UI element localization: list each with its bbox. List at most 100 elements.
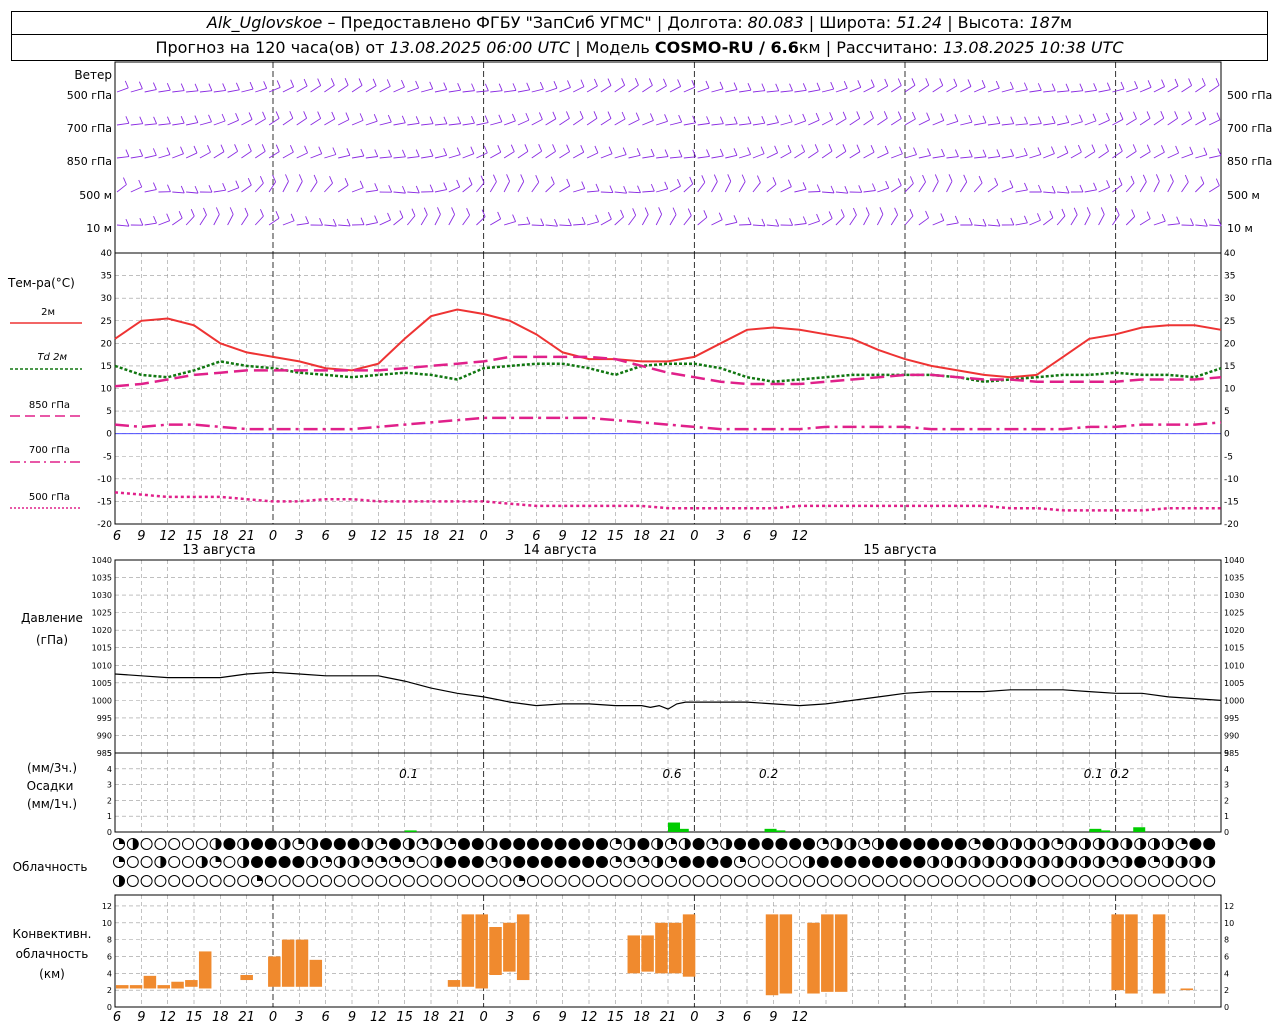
cloud-cover-symbol — [416, 856, 429, 868]
wind-barb-feather — [468, 177, 473, 185]
wind-barb — [946, 120, 959, 126]
wind-barb — [365, 222, 378, 226]
wind-barb-feather — [411, 208, 416, 216]
pressure-tick-label: 1030 — [92, 591, 112, 600]
top-hour-label: 9 — [348, 529, 356, 544]
wind-barb — [1153, 151, 1165, 159]
convective-bar — [475, 914, 488, 989]
cloud-cover-symbol — [168, 856, 181, 868]
wind-barb-feather — [399, 210, 404, 218]
wind-barb-feather — [429, 148, 434, 157]
wind-barb-feather — [678, 114, 683, 123]
wind-barb — [586, 221, 599, 226]
wind-barb-feather — [1073, 207, 1078, 215]
cloud-cover-symbol — [858, 856, 871, 868]
legend-500-label: 500 гПа — [29, 492, 70, 503]
legend-700-label: 700 гПа — [29, 445, 70, 456]
wind-barb — [642, 190, 655, 193]
wind-barb-feather — [870, 111, 874, 119]
wind-barb-feather — [664, 181, 669, 189]
wind-barb-feather — [178, 211, 183, 219]
bottom-hour-label: 6 — [113, 1010, 121, 1024]
wind-barb-feather — [879, 207, 884, 215]
wind-barb — [794, 120, 806, 126]
wind-barb-feather — [621, 78, 626, 86]
convective-tick-label: 8 — [107, 936, 112, 945]
wind-barb-feather — [260, 209, 264, 217]
cloud-cover-symbol — [527, 856, 539, 868]
wind-barb — [448, 123, 461, 126]
wind-barb — [172, 153, 184, 159]
wind-barb-feather — [775, 115, 779, 123]
wind-barb-feather — [484, 115, 489, 123]
cloud-cover-symbol — [941, 875, 953, 887]
wind-barb-feather — [802, 182, 807, 190]
wind-barb — [337, 84, 349, 93]
wind-barb-feather — [968, 149, 973, 157]
wind-barb — [1098, 150, 1109, 159]
wind-barb-feather — [471, 83, 475, 91]
wind-barb-feather — [1133, 111, 1137, 119]
bottom-hour-label: 15 — [186, 1010, 203, 1024]
pressure-tick-label: 1040 — [92, 556, 112, 565]
cloud-cover-symbol — [982, 838, 995, 850]
cloud-cover-fill — [671, 838, 677, 844]
wind-barb-feather — [329, 176, 333, 184]
cloud-cover-symbol — [485, 875, 498, 887]
cloud-cover-fill — [864, 838, 870, 844]
cloud-cover-fill — [312, 838, 318, 850]
wind-barb — [835, 150, 847, 159]
cloud-cover-fill — [1085, 856, 1091, 868]
wind-barb — [1139, 151, 1151, 159]
legend-t2m-label: 2м — [41, 307, 55, 318]
bottom-hour-label: 3 — [506, 1010, 514, 1024]
convective-grid: 12 12 10 10 8 8 6 6 4 4 2 2 0 0 — [102, 895, 1234, 1012]
convective-bar — [669, 922, 682, 974]
wind-barb-feather — [1216, 112, 1221, 120]
wind-barb — [683, 183, 694, 193]
cloud-cover-fill — [1098, 838, 1105, 850]
wind-barb-feather — [402, 185, 406, 194]
wind-barb — [393, 191, 406, 194]
bottom-hour-label: 12 — [370, 1010, 387, 1024]
wind-barb-feather — [305, 216, 310, 224]
wind-barb — [490, 90, 503, 93]
wind-barb — [1043, 217, 1054, 226]
day-label-13: 13 августа — [182, 543, 256, 558]
convective-bar — [821, 914, 834, 992]
wind-barb-feather — [1118, 144, 1123, 152]
cloud-cover-fill — [422, 838, 429, 844]
wind-barb-feather — [635, 78, 639, 86]
wind-barb-feather — [775, 218, 780, 227]
wind-barb-feather — [194, 83, 199, 91]
wind-barb-feather — [644, 207, 649, 215]
temperature-tick-label-right: 10 — [1224, 385, 1236, 395]
wind-barb — [379, 156, 392, 159]
wind-barb-feather — [215, 207, 220, 215]
wind-barb-feather — [996, 218, 1001, 227]
wind-barb-feather — [996, 149, 1001, 157]
cloud-ylabel: Облачность — [13, 860, 88, 874]
temperature-tick-label: 5 — [106, 407, 112, 417]
wind-barb-feather — [664, 114, 668, 122]
wind-barb-feather — [1023, 82, 1028, 90]
cloud-cover-symbol — [1134, 875, 1147, 887]
wind-barb — [697, 216, 708, 226]
convective-tick-label: 6 — [107, 952, 112, 961]
convective-tick-label-right: 4 — [1224, 969, 1229, 978]
wind-barb-feather — [166, 82, 171, 91]
wind-barb-feather — [609, 185, 614, 193]
wind-barb — [296, 85, 308, 93]
cloud-cover-symbol — [540, 875, 553, 887]
wind-barb-feather — [437, 207, 441, 215]
top-hour-label: 9 — [769, 529, 777, 544]
wind-barb — [393, 86, 405, 93]
wind-barb — [324, 84, 335, 93]
convective-bar — [157, 985, 170, 989]
wind-barb — [946, 85, 958, 93]
wind-barb — [144, 154, 157, 159]
cloud-cover-symbol — [140, 838, 153, 850]
wind-barb-feather — [1010, 116, 1015, 124]
wind-barb-feather — [166, 213, 171, 221]
cloud-cover-symbol — [678, 856, 691, 868]
